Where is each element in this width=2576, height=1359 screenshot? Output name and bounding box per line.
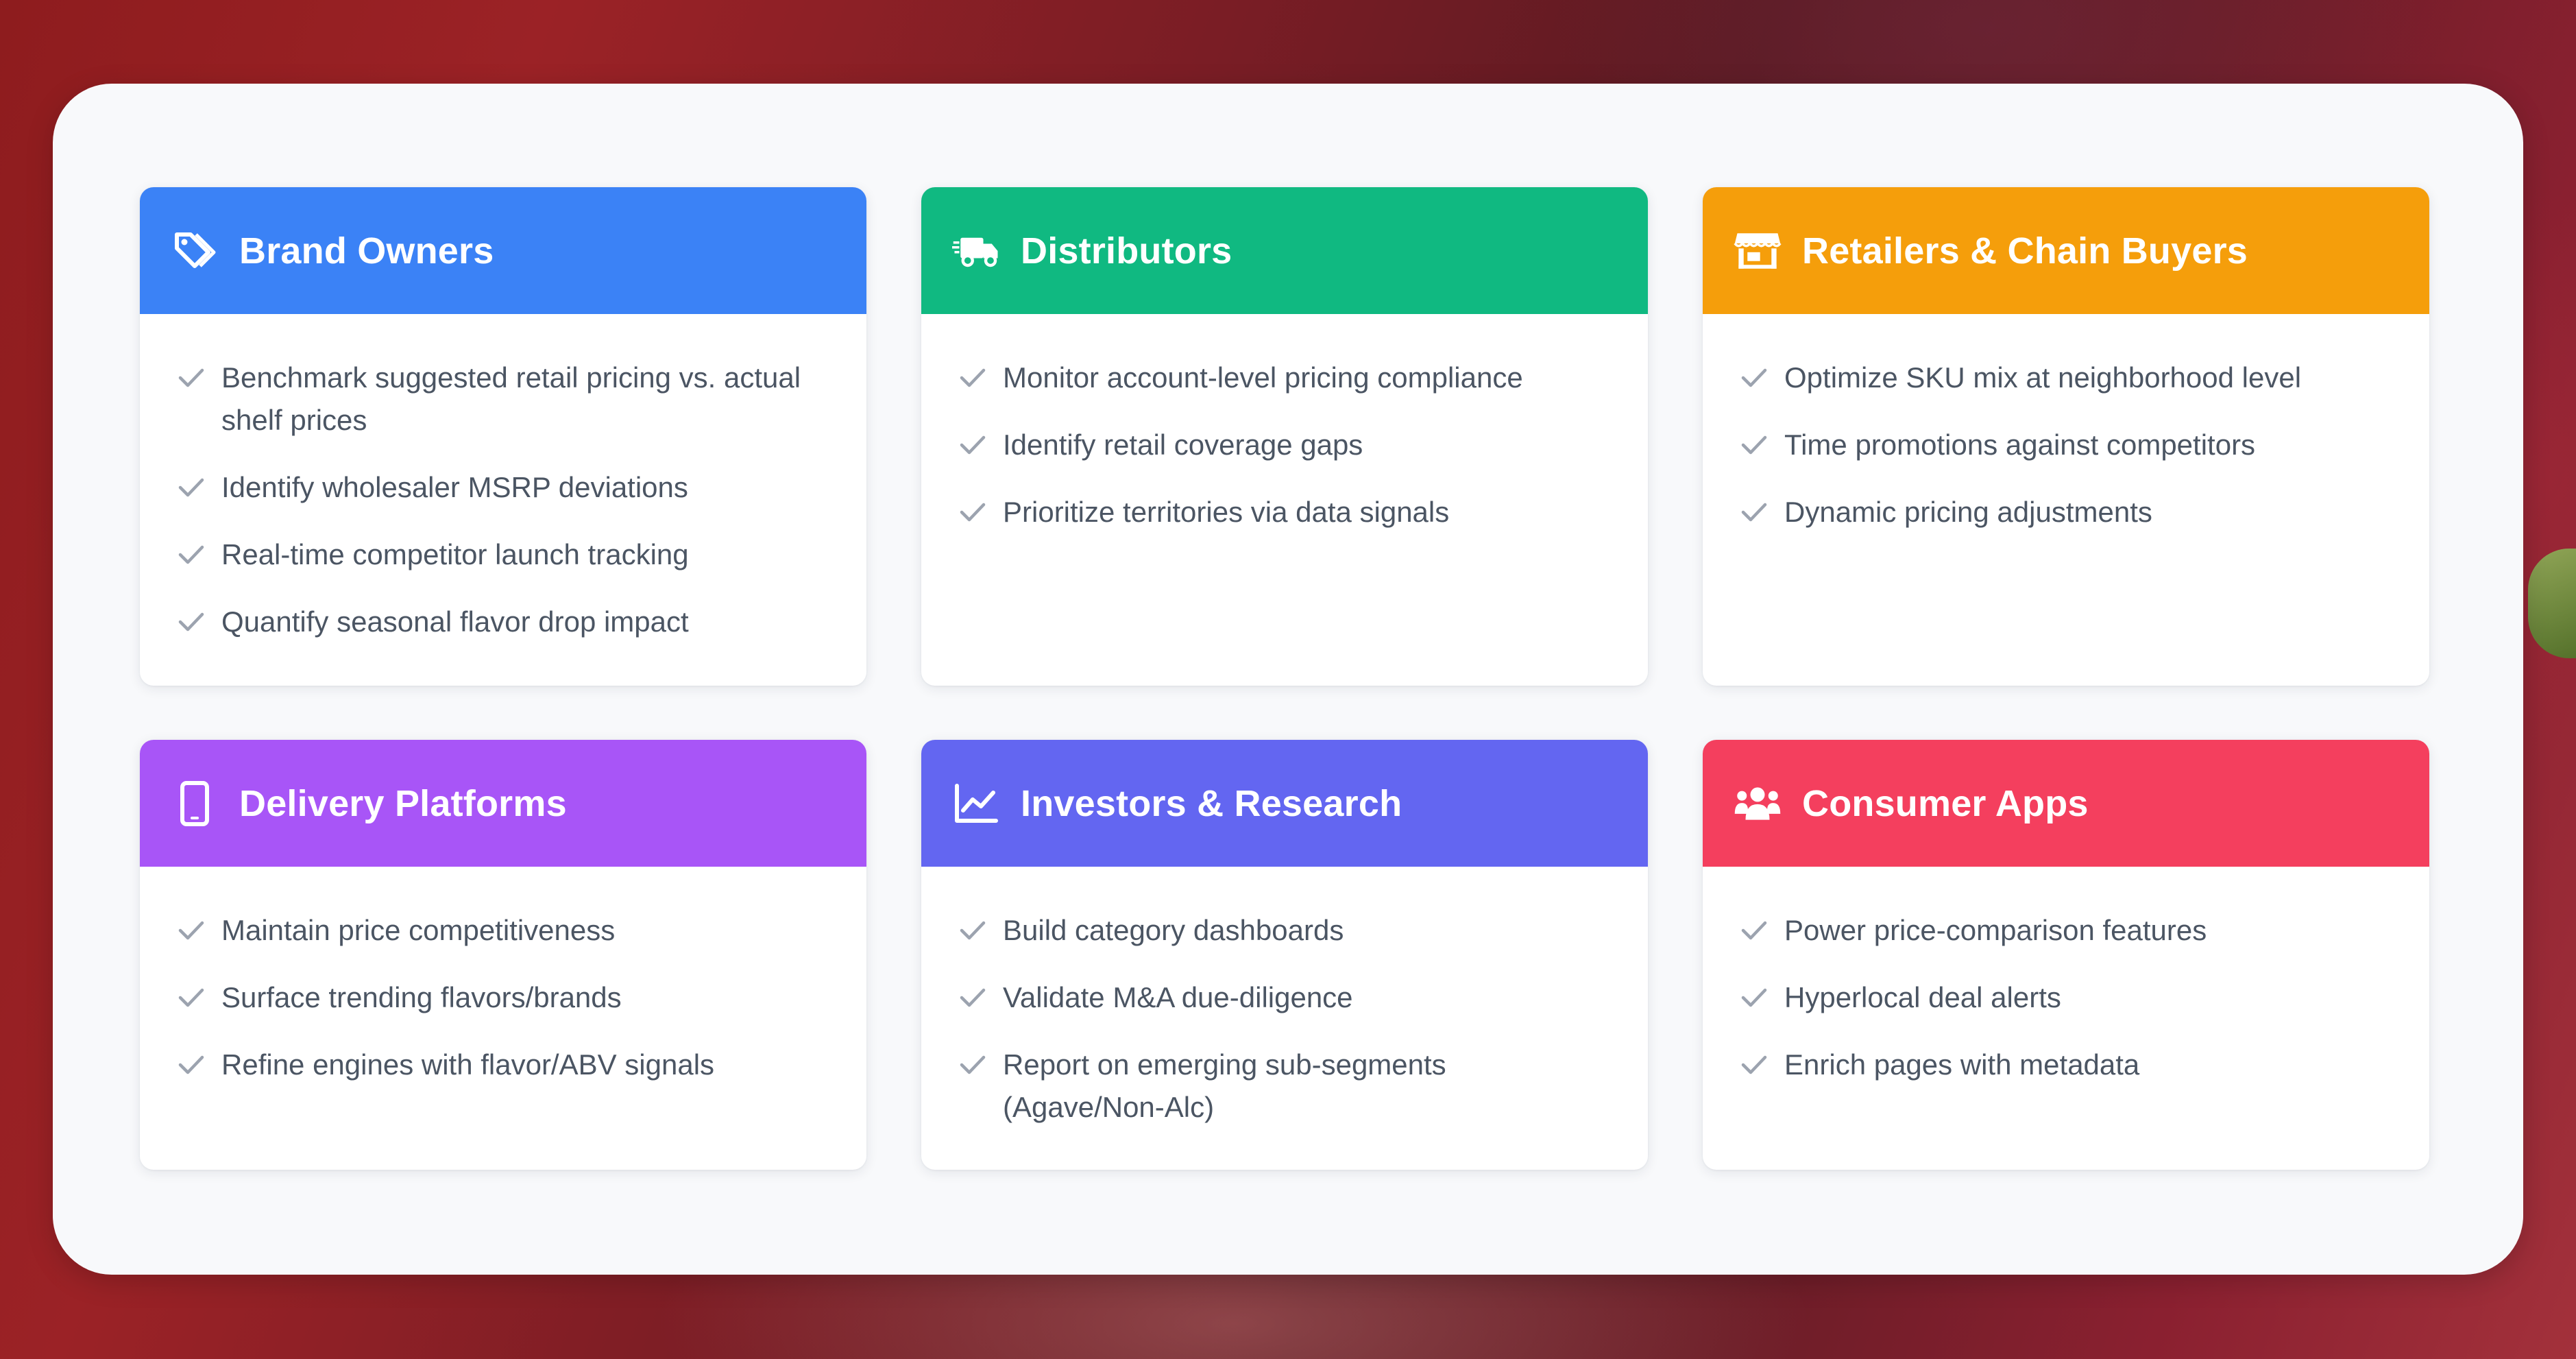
list-item-text: Enrich pages with metadata (1784, 1048, 2140, 1081)
check-icon (959, 976, 988, 1019)
list-item: Validate M&A due-diligence (959, 976, 1614, 1019)
card-retailers-chain-buyers: Retailers & Chain Buyers Optimize SKU mi… (1703, 187, 2429, 686)
list-item: Identify wholesaler MSRP deviations (178, 466, 832, 509)
list-item-text: Surface trending flavors/brands (221, 981, 622, 1013)
list-item-text: Identify wholesaler MSRP deviations (221, 471, 688, 503)
card-list: Monitor account-level pricing compliance… (921, 314, 1648, 533)
card-header: Distributors (921, 187, 1648, 314)
list-item: Dynamic pricing adjustments (1740, 491, 2395, 533)
card-delivery-platforms: Delivery Platforms Maintain price compet… (140, 740, 866, 1170)
check-icon (1740, 976, 1769, 1019)
card-title: Retailers & Chain Buyers (1802, 230, 2248, 272)
card-header: Delivery Platforms (140, 740, 866, 867)
check-icon (1740, 1044, 1769, 1086)
tags-icon (171, 227, 219, 275)
check-icon (959, 424, 988, 466)
list-item-text: Hyperlocal deal alerts (1784, 981, 2061, 1013)
card-list: Build category dashboards Validate M&A d… (921, 867, 1648, 1129)
check-icon (178, 1044, 206, 1086)
check-icon (959, 1044, 988, 1086)
list-item: Time promotions against competitors (1740, 424, 2395, 466)
list-item-text: Maintain price competitiveness (221, 914, 616, 946)
list-item: Enrich pages with metadata (1740, 1044, 2395, 1086)
list-item: Maintain price competitiveness (178, 909, 832, 952)
list-item-text: Real-time competitor launch tracking (221, 538, 689, 570)
list-item: Real-time competitor launch tracking (178, 533, 832, 576)
list-item-text: Benchmark suggested retail pricing vs. a… (221, 361, 801, 436)
users-icon (1734, 780, 1782, 828)
card-title: Investors & Research (1021, 782, 1402, 824)
list-item: Identify retail coverage gaps (959, 424, 1614, 466)
audience-card-grid: Brand Owners Benchmark suggested retail … (140, 187, 2429, 1170)
check-icon (959, 909, 988, 952)
list-item: Hyperlocal deal alerts (1740, 976, 2395, 1019)
check-icon (959, 491, 988, 533)
check-icon (1740, 357, 1769, 399)
list-item: Refine engines with flavor/ABV signals (178, 1044, 832, 1086)
list-item-text: Prioritize territories via data signals (1003, 496, 1450, 528)
content-panel: Brand Owners Benchmark suggested retail … (53, 84, 2523, 1275)
check-icon (178, 357, 206, 399)
line-chart-icon (952, 780, 1000, 828)
check-icon (178, 533, 206, 576)
list-item-text: Time promotions against competitors (1784, 429, 2256, 461)
card-title: Consumer Apps (1802, 782, 2089, 824)
list-item-text: Optimize SKU mix at neighborhood level (1784, 361, 2302, 394)
card-title: Distributors (1021, 230, 1232, 272)
card-header: Retailers & Chain Buyers (1703, 187, 2429, 314)
check-icon (959, 357, 988, 399)
check-icon (178, 976, 206, 1019)
card-distributors: Distributors Monitor account-level prici… (921, 187, 1648, 686)
list-item-text: Dynamic pricing adjustments (1784, 496, 2152, 528)
card-title: Brand Owners (239, 230, 494, 272)
card-consumer-apps: Consumer Apps Power price-comparison fea… (1703, 740, 2429, 1170)
check-icon (178, 466, 206, 509)
list-item: Quantify seasonal flavor drop impact (178, 601, 832, 643)
store-icon (1734, 227, 1782, 275)
card-list: Power price-comparison features Hyperloc… (1703, 867, 2429, 1086)
card-title: Delivery Platforms (239, 782, 567, 824)
check-icon (178, 601, 206, 643)
list-item: Surface trending flavors/brands (178, 976, 832, 1019)
card-list: Benchmark suggested retail pricing vs. a… (140, 314, 866, 643)
check-icon (1740, 909, 1769, 952)
card-list: Maintain price competitiveness Surface t… (140, 867, 866, 1086)
list-item-text: Quantify seasonal flavor drop impact (221, 605, 689, 638)
list-item: Build category dashboards (959, 909, 1614, 952)
check-icon (178, 909, 206, 952)
card-investors-research: Investors & Research Build category dash… (921, 740, 1648, 1170)
list-item-text: Monitor account-level pricing compliance (1003, 361, 1523, 394)
list-item: Optimize SKU mix at neighborhood level (1740, 357, 2395, 399)
card-list: Optimize SKU mix at neighborhood level T… (1703, 314, 2429, 533)
background-plant (2528, 549, 2576, 658)
list-item-text: Refine engines with flavor/ABV signals (221, 1048, 715, 1081)
list-item: Monitor account-level pricing compliance (959, 357, 1614, 399)
list-item: Power price-comparison features (1740, 909, 2395, 952)
list-item: Report on emerging sub-segments (Agave/N… (959, 1044, 1614, 1129)
list-item-text: Validate M&A due-diligence (1003, 981, 1353, 1013)
card-header: Investors & Research (921, 740, 1648, 867)
list-item-text: Report on emerging sub-segments (Agave/N… (1003, 1048, 1446, 1123)
card-header: Consumer Apps (1703, 740, 2429, 867)
check-icon (1740, 491, 1769, 533)
list-item-text: Power price-comparison features (1784, 914, 2207, 946)
list-item: Prioritize territories via data signals (959, 491, 1614, 533)
list-item-text: Build category dashboards (1003, 914, 1344, 946)
check-icon (1740, 424, 1769, 466)
delivery-truck-icon (952, 227, 1000, 275)
list-item-text: Identify retail coverage gaps (1003, 429, 1363, 461)
mobile-phone-icon (171, 780, 219, 828)
list-item: Benchmark suggested retail pricing vs. a… (178, 357, 832, 442)
card-brand-owners: Brand Owners Benchmark suggested retail … (140, 187, 866, 686)
card-header: Brand Owners (140, 187, 866, 314)
